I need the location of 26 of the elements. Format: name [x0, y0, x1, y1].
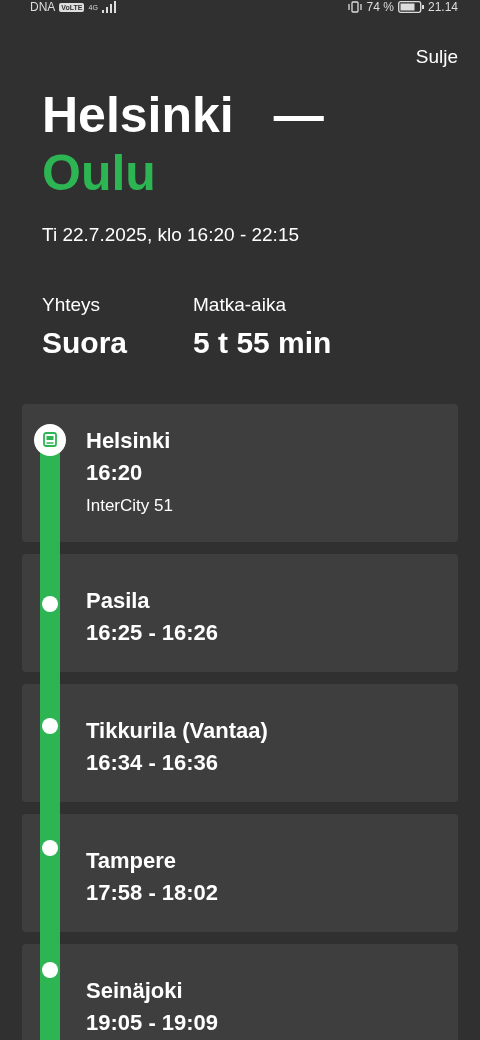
stop-name: Tampere	[86, 848, 178, 874]
stop-time: 17:58 - 18:02	[86, 880, 220, 906]
summary-label: Matka-aika	[193, 294, 287, 316]
close-button[interactable]: Sulje	[415, 46, 458, 68]
stop-name: Seinäjoki	[86, 978, 184, 1004]
battery-percent: 74 %	[366, 0, 394, 14]
stop-name: Helsinki	[86, 428, 172, 454]
vibrate-icon	[346, 1, 363, 13]
stop-name: Pasila	[86, 588, 151, 614]
clock: 21.14	[427, 0, 458, 14]
stop-name: Tikkurila (Vantaa)	[86, 718, 269, 744]
stop-time: 19:05 - 19:09	[86, 1010, 220, 1036]
origin-title: Helsinki	[42, 86, 234, 144]
carrier-name: DNA	[30, 0, 56, 14]
battery-icon	[397, 1, 424, 13]
summary-value: Suora	[42, 326, 128, 360]
train-name: InterCity 51	[86, 496, 174, 516]
stop-time: 16:25 - 16:26	[86, 620, 220, 646]
signal-icon	[101, 1, 116, 13]
summary-label: Yhteys	[42, 294, 102, 316]
trip-date: Ti 22.7.2025, klo 16:20 - 22:15	[41, 223, 301, 246]
stop-time: 16:20	[86, 460, 144, 486]
destination-title: Oulu	[42, 144, 157, 202]
route-dash: —	[273, 86, 324, 144]
summary-value: 5 t 55 min	[193, 326, 332, 360]
stop-time: 16:34 - 16:36	[86, 750, 220, 776]
